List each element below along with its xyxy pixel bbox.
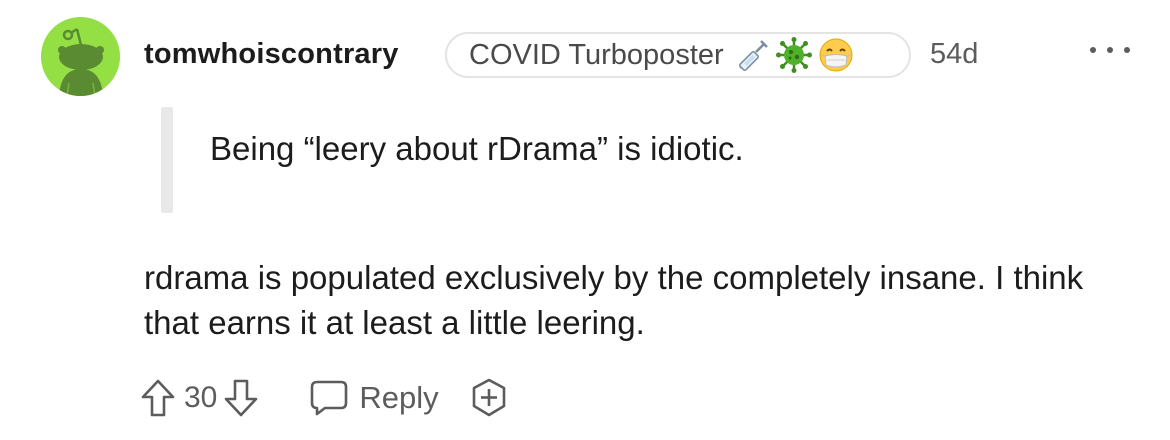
- reply-button[interactable]: Reply: [309, 379, 439, 417]
- username[interactable]: tomwhoiscontrary: [144, 38, 399, 71]
- mask-face-icon: [819, 38, 853, 72]
- reply-label: Reply: [359, 380, 439, 415]
- dot-icon: [1090, 47, 1096, 53]
- comment-body: rdrama is populated exclusively by the c…: [144, 259, 1084, 341]
- user-flair: COVID Turboposter: [445, 32, 911, 78]
- vote-count: 30: [184, 381, 218, 414]
- avatar[interactable]: [41, 17, 120, 96]
- quote-bar: [161, 107, 173, 213]
- virus-icon: [775, 37, 812, 73]
- downvote-icon[interactable]: [223, 378, 259, 418]
- flair-emojis: [736, 37, 854, 73]
- quote-text: Being “leery about rDrama” is idiotic.: [210, 130, 744, 167]
- award-plus-icon: [472, 378, 505, 417]
- speech-bubble-icon: [311, 380, 348, 416]
- dot-icon: [1124, 47, 1130, 53]
- dot-icon: [1107, 47, 1113, 53]
- more-options-button[interactable]: [1090, 40, 1130, 60]
- upvote-icon[interactable]: [140, 378, 176, 418]
- comment-age: 54d: [930, 38, 979, 70]
- snoo-avatar-icon: [41, 17, 120, 96]
- comment-actions: 30 Reply: [140, 375, 509, 421]
- syringe-icon: [738, 40, 768, 72]
- flair-text: COVID Turboposter: [469, 38, 724, 71]
- award-button[interactable]: [469, 378, 509, 418]
